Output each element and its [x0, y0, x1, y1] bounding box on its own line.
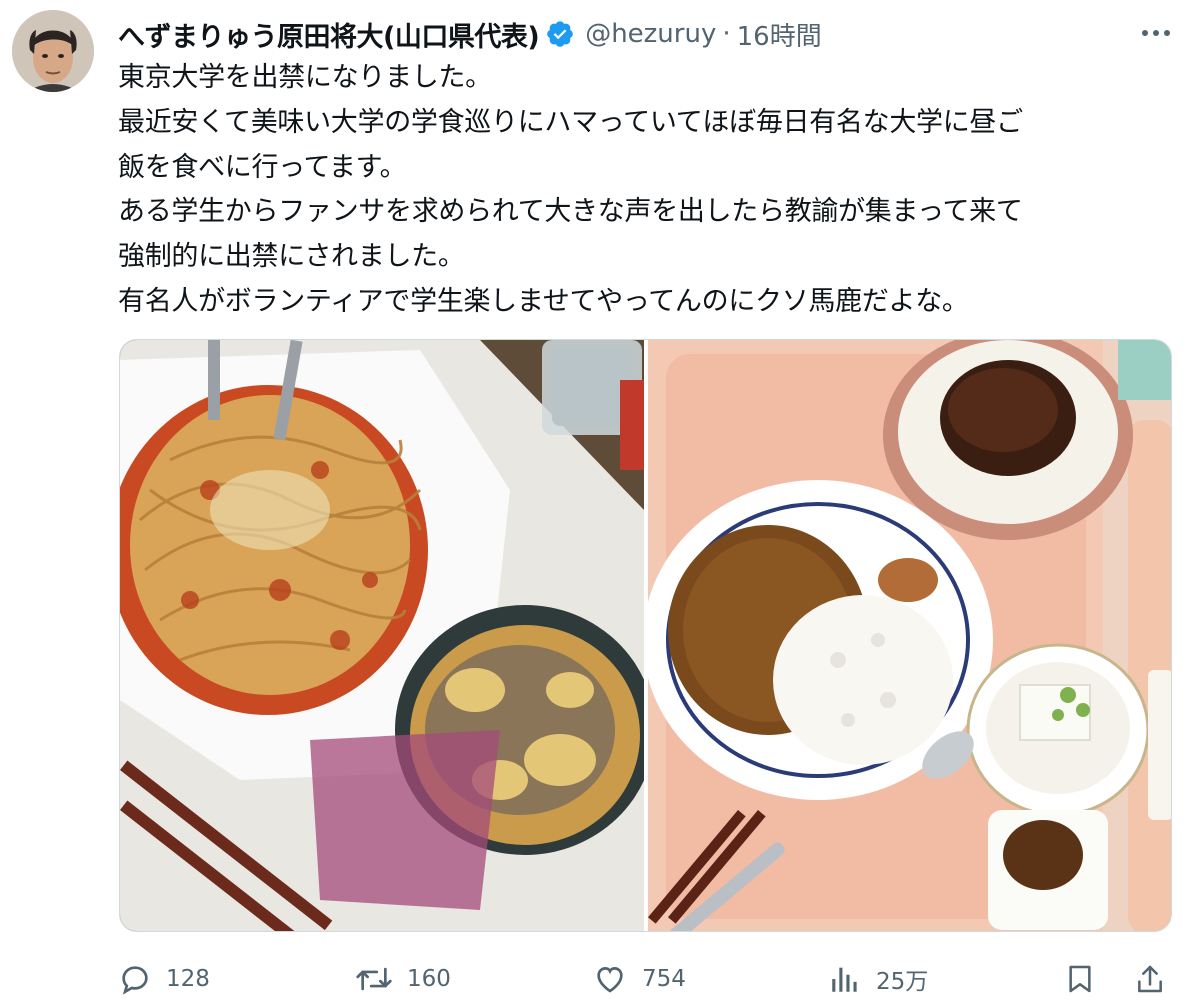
avatar-image	[12, 10, 94, 92]
reply-button[interactable]: 128	[118, 955, 210, 1003]
heart-icon	[592, 962, 628, 996]
photo-spaghetti-katsudon[interactable]	[120, 340, 644, 931]
tweet-text: 東京大学を出禁になりました。 最近安くて美味い大学の学食巡りにハマっていてほぼ毎…	[118, 56, 1178, 325]
bookmark-icon	[1064, 962, 1096, 996]
retweet-count: 160	[407, 966, 451, 992]
display-name[interactable]: へずまりゅう原田将大(山口県代表)	[118, 15, 540, 54]
tweet-actions: 128 160 754 25万	[118, 955, 1178, 1003]
more-dot	[1164, 30, 1170, 36]
views-chart-icon	[828, 962, 862, 996]
share-button[interactable]	[1134, 955, 1166, 1003]
retweet-button[interactable]: 160	[355, 955, 451, 1003]
tweet-text-line: 強制的に出禁にされました。	[118, 241, 465, 273]
tweet-text-line: 最近安くて美味い大学の学食巡りにハマっていてほぼ毎日有名な大学に昼ご	[118, 106, 1023, 138]
bookmark-button[interactable]	[1064, 955, 1096, 1003]
separator-dot: ·	[722, 19, 731, 49]
reply-count: 128	[166, 966, 210, 992]
user-handle[interactable]: @hezuruy	[585, 19, 716, 49]
reply-icon	[118, 962, 152, 996]
more-dot	[1153, 30, 1159, 36]
like-count: 754	[642, 966, 686, 992]
retweet-icon	[355, 962, 393, 996]
verified-badge-icon[interactable]	[545, 19, 575, 49]
tweet-card: へずまりゅう原田将大(山口県代表) @hezuruy · 16時間 東京大学を出…	[0, 0, 1200, 1005]
media-grid	[119, 339, 1172, 932]
more-options-icon[interactable]	[1136, 18, 1176, 48]
tweet-text-line: 東京大学を出禁になりました。	[118, 62, 492, 93]
tweet-header: へずまりゅう原田将大(山口県代表) @hezuruy · 16時間	[118, 14, 822, 54]
timestamp[interactable]: 16時間	[737, 16, 822, 53]
avatar[interactable]	[12, 10, 94, 92]
share-icon	[1134, 962, 1166, 996]
tweet-text-line: 飯を食べに行ってます。	[118, 151, 407, 183]
photo-curry-rice[interactable]	[648, 340, 1171, 931]
views-button[interactable]: 25万	[828, 955, 928, 1003]
more-dot	[1142, 30, 1148, 36]
view-count: 25万	[876, 969, 929, 995]
tweet-text-line: ある学生からファンサを求められて大きな声を出したら教諭が集まって来て	[118, 196, 1023, 228]
like-button[interactable]: 754	[592, 955, 686, 1003]
tweet-text-line: 有名人がボランティアで学生楽しませてやってんのにクソ馬鹿だよな。	[118, 285, 969, 317]
